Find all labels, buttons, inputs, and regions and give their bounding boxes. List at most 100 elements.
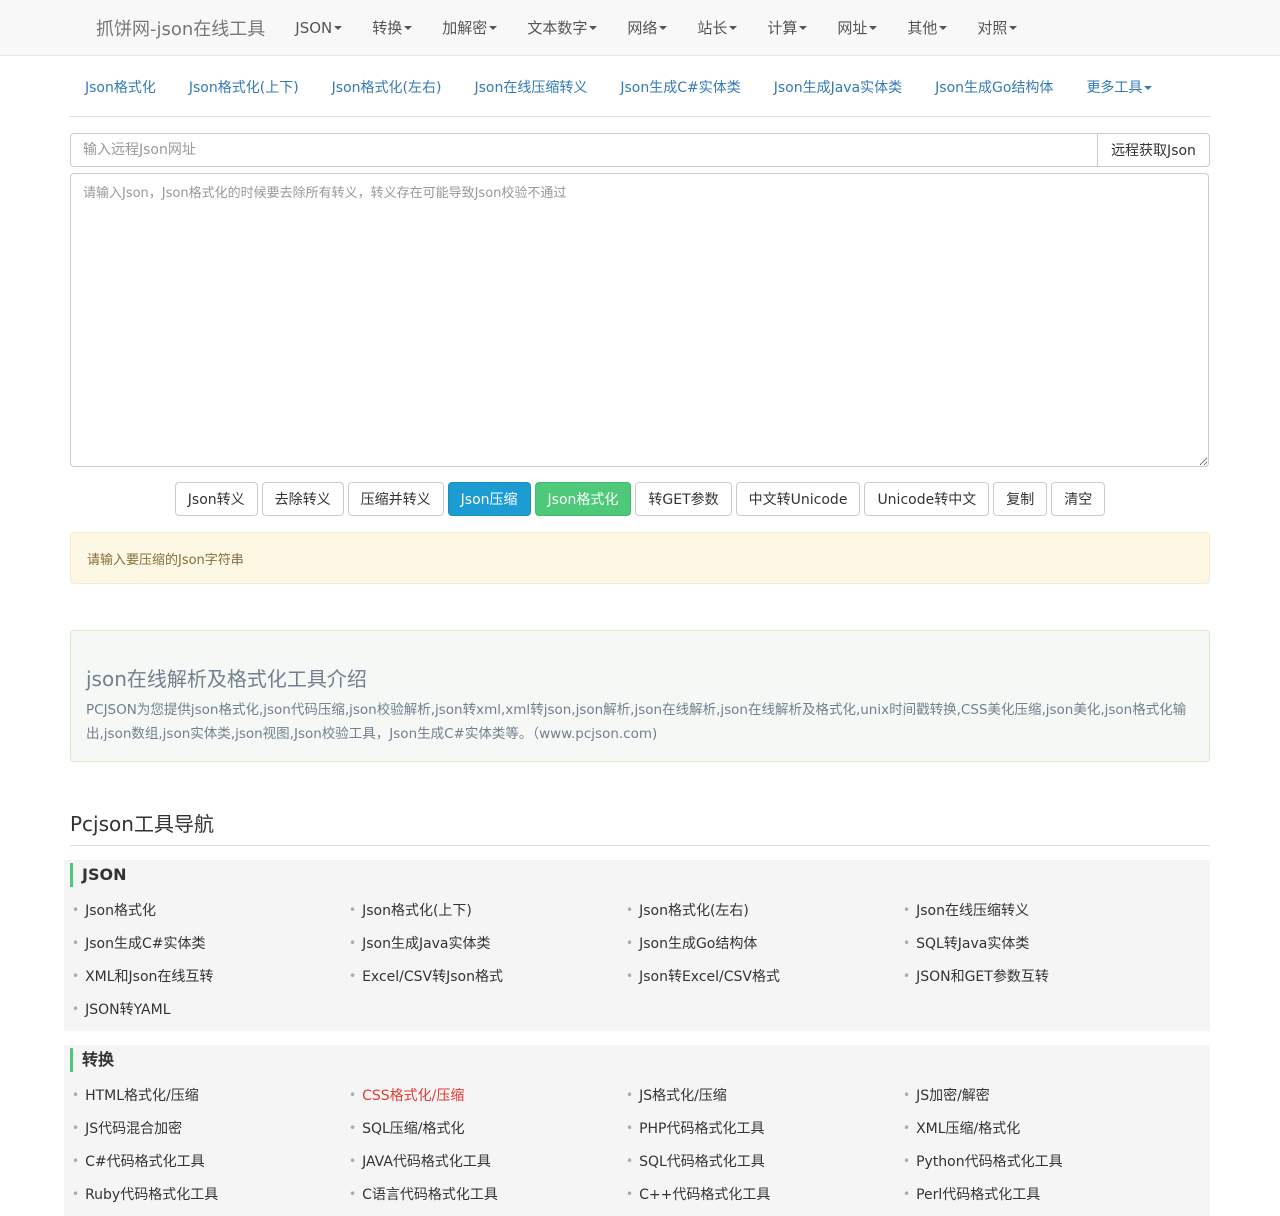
caret-down-icon [1009, 25, 1018, 30]
tool-link[interactable]: • JSON转YAML [70, 992, 347, 1025]
tool-link[interactable]: • Python代码格式化工具 [901, 1144, 1178, 1177]
tool-link[interactable]: • C++代码格式化工具 [624, 1177, 901, 1210]
to-get-params-button[interactable]: 转GET参数 [635, 482, 732, 516]
tool-link[interactable]: • SQL转Java实体类 [901, 926, 1178, 959]
bullet-icon: • [626, 1087, 634, 1102]
nav-reference[interactable]: 对照 [977, 17, 1018, 38]
nav-label: 转换 [372, 19, 403, 37]
tool-link[interactable]: • JAVA代码格式化工具 [347, 1144, 624, 1177]
nav-text-number[interactable]: 文本数字 [527, 17, 598, 38]
tool-link[interactable]: • JS代码混合加密 [70, 1111, 347, 1144]
caret-down-icon [404, 25, 413, 30]
copy-button[interactable]: 复制 [993, 482, 1048, 516]
tool-label: C语言代码格式化工具 [362, 1186, 498, 1203]
caret-down-icon [939, 25, 948, 30]
caret-down-icon [1144, 86, 1153, 90]
nav-json[interactable]: JSON [295, 19, 343, 37]
tab-json-format-vertical[interactable]: Json格式化(上下) [189, 77, 299, 97]
bullet-icon: • [349, 968, 357, 983]
nav-other[interactable]: 其他 [907, 17, 948, 38]
nav-convert[interactable]: 转换 [372, 17, 413, 38]
tool-link-highlighted[interactable]: • CSS格式化/压缩 [347, 1078, 624, 1111]
tool-label: JAVA代码格式化工具 [362, 1153, 491, 1170]
bullet-icon: • [349, 935, 357, 950]
bullet-icon: • [72, 1001, 80, 1016]
bullet-icon: • [626, 935, 634, 950]
tool-label: CSS格式化/压缩 [362, 1087, 465, 1104]
tab-json-to-csharp[interactable]: Json生成C#实体类 [620, 77, 740, 97]
json-format-button[interactable]: Json格式化 [534, 482, 632, 516]
caret-down-icon [659, 25, 668, 30]
tab-json-format-horizontal[interactable]: Json格式化(左右) [332, 77, 442, 97]
clear-button[interactable]: 清空 [1051, 482, 1106, 516]
brand-logo[interactable]: 抓饼网-json在线工具 [96, 15, 265, 41]
nav-label: 其他 [907, 19, 938, 37]
tool-link[interactable]: • C语言代码格式化工具 [347, 1177, 624, 1210]
intro-text: PCJSON为您提供json格式化,json代码压缩,json校验解析,json… [86, 702, 1187, 742]
fetch-remote-json-button[interactable]: 远程获取Json [1097, 133, 1210, 167]
tool-link[interactable]: • Json生成Java实体类 [347, 926, 624, 959]
bullet-icon: • [903, 1186, 911, 1201]
bullet-icon: • [349, 1120, 357, 1135]
caret-down-icon [334, 25, 343, 30]
remote-url-input[interactable] [70, 133, 1097, 167]
tool-link[interactable]: • XML和Json在线互转 [70, 959, 347, 992]
tool-label: XML和Json在线互转 [85, 968, 214, 985]
more-tools-label: 更多工具 [1086, 80, 1143, 96]
json-input-textarea[interactable] [70, 173, 1209, 467]
tool-link[interactable]: • PHP代码格式化工具 [624, 1111, 901, 1144]
tab-json-format[interactable]: Json格式化 [85, 77, 156, 97]
tool-link[interactable]: • Json生成C#实体类 [70, 926, 347, 959]
tab-json-to-java[interactable]: Json生成Java实体类 [774, 77, 902, 97]
tool-link[interactable]: • C#代码格式化工具 [70, 1144, 347, 1177]
tool-link[interactable]: • Json格式化 [70, 893, 347, 926]
nav-label: 加解密 [442, 19, 488, 37]
tool-label: Json生成C#实体类 [85, 935, 206, 952]
tool-link[interactable]: • XML压缩/格式化 [901, 1111, 1178, 1144]
tool-label: SQL转Java实体类 [916, 935, 1030, 952]
tool-label: Excel/CSV转Json格式 [362, 968, 503, 985]
tool-link[interactable]: • SQL代码格式化工具 [624, 1144, 901, 1177]
tool-label: Json转Excel/CSV格式 [639, 968, 780, 985]
tool-link[interactable]: • HTML格式化/压缩 [70, 1078, 347, 1111]
caret-down-icon [489, 25, 498, 30]
tool-label: Json生成Java实体类 [362, 935, 491, 952]
bullet-icon: • [72, 935, 80, 950]
chinese-to-unicode-button[interactable]: 中文转Unicode [735, 482, 861, 516]
tab-more-tools[interactable]: 更多工具 [1086, 77, 1153, 97]
tool-label: SQL压缩/格式化 [362, 1120, 465, 1137]
tab-json-compress-escape[interactable]: Json在线压缩转义 [474, 77, 587, 97]
unicode-to-chinese-button[interactable]: Unicode转中文 [864, 482, 990, 516]
tool-link[interactable]: • JS加密/解密 [901, 1078, 1178, 1111]
tool-link[interactable]: • JS格式化/压缩 [624, 1078, 901, 1111]
tool-link[interactable]: • Json生成Go结构体 [624, 926, 901, 959]
compress-escape-button[interactable]: 压缩并转义 [347, 482, 444, 516]
nav-encrypt[interactable]: 加解密 [442, 17, 498, 38]
tool-link[interactable]: • Json在线压缩转义 [901, 893, 1178, 926]
nav-urls[interactable]: 网址 [837, 17, 878, 38]
bullet-icon: • [903, 968, 911, 983]
tool-link[interactable]: • SQL压缩/格式化 [347, 1111, 624, 1144]
nav-webmaster[interactable]: 站长 [697, 17, 738, 38]
tool-link[interactable]: • Json格式化(上下) [347, 893, 624, 926]
tool-link[interactable]: • Excel/CSV转Json格式 [347, 959, 624, 992]
tool-link[interactable]: • Ruby代码格式化工具 [70, 1177, 347, 1210]
nav-calculate[interactable]: 计算 [767, 17, 808, 38]
remove-escape-button[interactable]: 去除转义 [261, 482, 344, 516]
bullet-icon: • [903, 1153, 911, 1168]
tool-tabs: Json格式化 Json格式化(上下) Json格式化(左右) Json在线压缩… [70, 56, 1210, 117]
tab-json-to-go[interactable]: Json生成Go结构体 [935, 77, 1053, 97]
top-navbar: 抓饼网-json在线工具 JSON 转换 加解密 文本数字 网络 站长 计算 网… [0, 0, 1280, 56]
tool-link[interactable]: • Json转Excel/CSV格式 [624, 959, 901, 992]
tool-label: C++代码格式化工具 [639, 1186, 771, 1203]
tool-link[interactable]: • JSON和GET参数互转 [901, 959, 1178, 992]
json-compress-button[interactable]: Json压缩 [447, 482, 531, 516]
json-escape-button[interactable]: Json转义 [174, 482, 258, 516]
caret-down-icon [799, 25, 808, 30]
tool-link[interactable]: • Perl代码格式化工具 [901, 1177, 1178, 1210]
tool-link[interactable]: • Json格式化(左右) [624, 893, 901, 926]
intro-panel: json在线解析及格式化工具介绍 PCJSON为您提供json格式化,json代… [70, 630, 1210, 762]
section-title: 转换 [70, 1048, 1210, 1072]
nav-network[interactable]: 网络 [627, 17, 668, 38]
bullet-icon: • [626, 1120, 634, 1135]
